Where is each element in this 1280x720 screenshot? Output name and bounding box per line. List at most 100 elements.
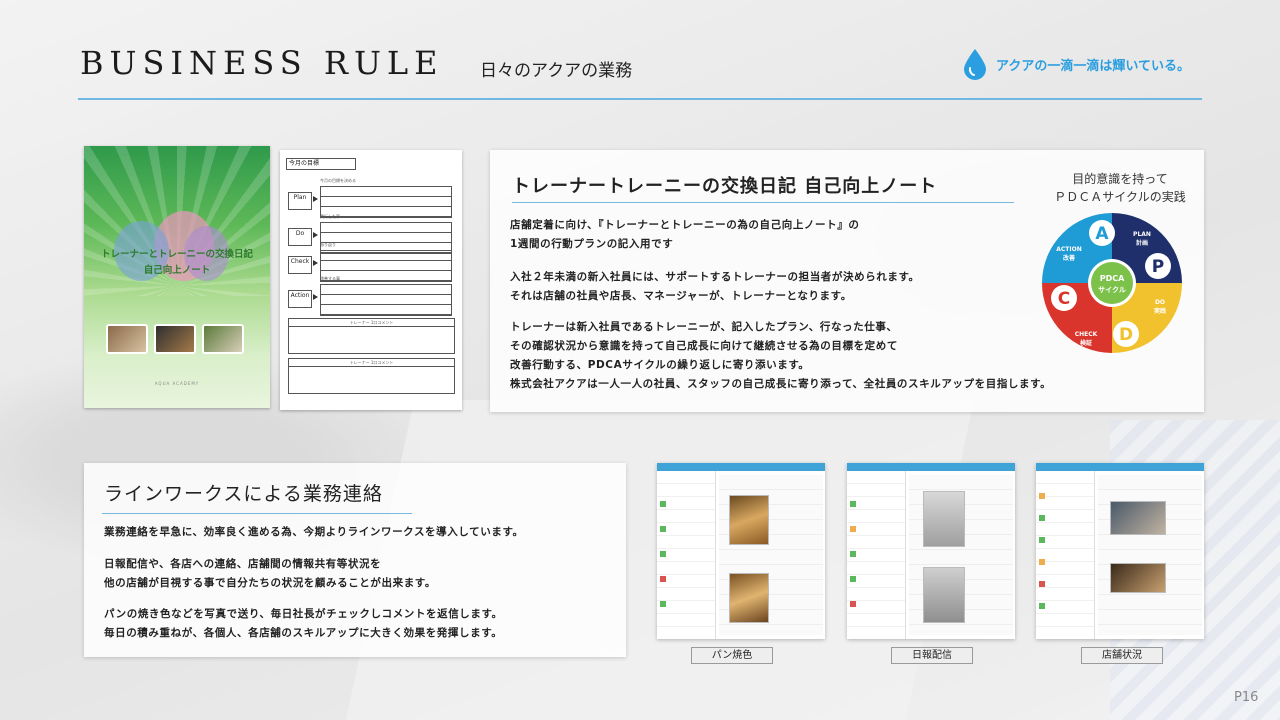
pdca-segment-jp: 検証 — [1080, 339, 1092, 347]
caption-bread-color: パン焼色 — [691, 647, 773, 664]
pdca-caption-line: 目的意識を持って — [1072, 172, 1168, 186]
chat-avatar-icon — [660, 601, 666, 607]
form-comment-box: トレーナー 1口コメント — [288, 318, 455, 354]
chat-avatar-icon — [1039, 603, 1045, 609]
form-comment-caption: トレーナー 1口コメント — [289, 359, 454, 367]
pdca-segment-jp: 計画 — [1136, 239, 1148, 247]
diary-line: 改善行動する、PDCAサイクルの繰り返しに寄り添います。 — [510, 359, 810, 371]
diary-divider — [512, 202, 1014, 203]
chat-avatar-icon — [850, 551, 856, 557]
lineworks-text: パンの焼き色などを写真で送り、毎日社長がチェックしコメントを返信します。 毎日の… — [104, 605, 503, 643]
chat-thread — [909, 475, 1013, 635]
pdca-letter: C — [1058, 289, 1070, 309]
diary-text: トレーナーは新入社員であるトレーニーが、記入したプラン、行なった仕事、 その確認… — [510, 318, 1051, 394]
store-photo — [1110, 501, 1166, 535]
cover-footer: AQUA ACADEMY — [154, 381, 200, 386]
form-label: Plan — [288, 192, 312, 210]
chat-avatar-icon — [660, 551, 666, 557]
app-screenshot-bread — [657, 463, 825, 639]
chat-avatar-icon — [1039, 515, 1045, 521]
store-photo — [1110, 563, 1166, 593]
lineworks-line: 日報配信や、各店への連絡、店舗間の情報共有等状況を — [104, 558, 382, 570]
form-comment-box: トレーナー 1口コメント — [288, 358, 455, 394]
lineworks-panel: ラインワークスによる業務連絡 業務連絡を早急に、効率良く進める為、今期よりライン… — [84, 463, 626, 657]
form-row-plan: 今月の目標を決める Plan — [288, 178, 453, 226]
brand-tagline-group: アクアの一滴一滴は輝いている。 — [962, 48, 1190, 80]
header-divider — [78, 98, 1202, 100]
lineworks-line: パンの焼き色などを写真で送り、毎日社長がチェックしコメントを返信します。 — [104, 608, 503, 620]
pdca-caption-line: ＰＤＣＡサイクルの実践 — [1054, 190, 1186, 204]
form-question: 今月の目標を決める — [320, 178, 356, 183]
lineworks-line: 業務連絡を早急に、効率良く進める為、今期よりラインワークスを導入しています。 — [104, 526, 524, 538]
pdca-segment-jp: 改善 — [1063, 254, 1075, 262]
chat-avatar-icon — [850, 501, 856, 507]
form-comment-caption: トレーナー 1口コメント — [289, 319, 454, 327]
form-label: Check — [288, 256, 312, 274]
caption-daily-report: 日報配信 — [891, 647, 973, 664]
chat-avatar-icon — [850, 601, 856, 607]
app-screenshot-report — [847, 463, 1015, 639]
diary-line: トレーナーは新入社員であるトレーニーが、記入したプラン、行なった仕事、 — [510, 321, 898, 333]
water-drop-icon — [964, 49, 986, 80]
form-label: Action — [288, 290, 312, 308]
chat-thread — [1098, 475, 1202, 635]
arrow-right-icon — [313, 260, 318, 266]
report-photo — [923, 491, 965, 547]
arrow-right-icon — [313, 294, 318, 300]
diary-line: 入社２年未満の新入社員には、サポートするトレーナーの担当者が決められます。 — [510, 271, 920, 283]
report-photo — [923, 567, 965, 623]
pdca-center-label: サイクル — [1098, 285, 1126, 294]
lineworks-text: 日報配信や、各店への連絡、店舗間の情報共有等状況を 他の店舗が目視する事で自分た… — [104, 555, 436, 593]
form-lines — [320, 284, 452, 316]
lineworks-text: 業務連絡を早急に、効率良く進める為、今期よりラインワークスを導入しています。 — [104, 523, 524, 542]
chat-avatar-icon — [1039, 581, 1045, 587]
chat-avatar-icon — [1039, 559, 1045, 565]
bread-photo — [729, 573, 769, 623]
lineworks-line: 他の店舗が目視する事で自分たちの状況を顧みることが出来ます。 — [104, 577, 436, 589]
caption-store-status: 店舗状況 — [1081, 647, 1163, 664]
app-header-bar — [847, 463, 1015, 471]
notebook-form: 今月の目標 今月の目標を決める Plan 実行した事 Do 振り返り Check… — [280, 150, 462, 410]
form-label: Do — [288, 228, 312, 246]
diary-text: 店舗定着に向け、『トレーナーとトレーニーの為の自己向上ノート』の 1週間の行動プ… — [510, 216, 859, 254]
app-screenshot-store — [1036, 463, 1204, 639]
arrow-right-icon — [313, 196, 318, 202]
chat-avatar-icon — [1039, 537, 1045, 543]
pdca-center-label: PDCA — [1100, 274, 1125, 283]
diary-line: 1週間の行動プランの記入用です — [510, 238, 674, 250]
diary-line: それは店舗の社員や店長、マネージャーが、トレーナーとなります。 — [510, 290, 852, 302]
chat-avatar-icon — [660, 526, 666, 532]
chat-list — [1036, 471, 1095, 639]
chat-thread — [719, 475, 823, 635]
cover-photo — [106, 324, 148, 354]
form-question: 振り返り — [320, 242, 336, 247]
app-header-bar — [657, 463, 825, 471]
lineworks-line: 毎日の積み重ねが、各個人、各店舗のスキルアップに大きく効果を発揮します。 — [104, 627, 503, 639]
form-question: 実行した事 — [320, 214, 340, 219]
form-question: 改善する事 — [320, 276, 340, 281]
lineworks-title: ラインワークスによる業務連絡 — [104, 483, 383, 505]
tagline: アクアの一滴一滴は輝いている。 — [996, 58, 1190, 74]
diary-panel: トレーナートレーニーの交換日記 自己向上ノート 店舗定着に向け、『トレーナーとト… — [490, 150, 1204, 412]
chat-avatar-icon — [1039, 493, 1045, 499]
pdca-segment-name: PLAN — [1133, 231, 1151, 238]
pdca-letter: D — [1119, 325, 1133, 345]
pdca-center-fill — [1091, 262, 1133, 304]
bread-photo — [729, 495, 769, 545]
cover-photo — [154, 324, 196, 354]
pdca-letter: A — [1095, 224, 1109, 244]
diary-text: 入社２年未満の新入社員には、サポートするトレーナーの担当者が決められます。 それ… — [510, 268, 920, 306]
chat-list — [657, 471, 716, 639]
chat-avatar-icon — [850, 576, 856, 582]
lineworks-divider — [102, 513, 412, 514]
cover-subtitle: 自己向上ノート — [143, 265, 211, 276]
notebook-cover: トレーナーとトレーニーの交換日記 自己向上ノート AQUA ACADEMY — [84, 146, 270, 408]
pdca-segment-jp: 実践 — [1154, 307, 1166, 315]
form-header: 今月の目標 — [286, 158, 356, 170]
pdca-cycle-diagram: PDCA サイクル A P D C ACTION 改善 PLAN 計画 DO 実… — [1042, 213, 1182, 353]
pdca-caption: 目的意識を持って ＰＤＣＡサイクルの実践 — [1050, 170, 1190, 206]
pdca-segment-name: CHECK — [1075, 331, 1098, 338]
diary-line: 店舗定着に向け、『トレーナーとトレーニーの為の自己向上ノート』の — [510, 219, 860, 231]
diary-line: その確認状況から意識を持って自己成長に向けて継続させる為の目標を定めて — [510, 340, 898, 352]
chat-avatar-icon — [660, 501, 666, 507]
